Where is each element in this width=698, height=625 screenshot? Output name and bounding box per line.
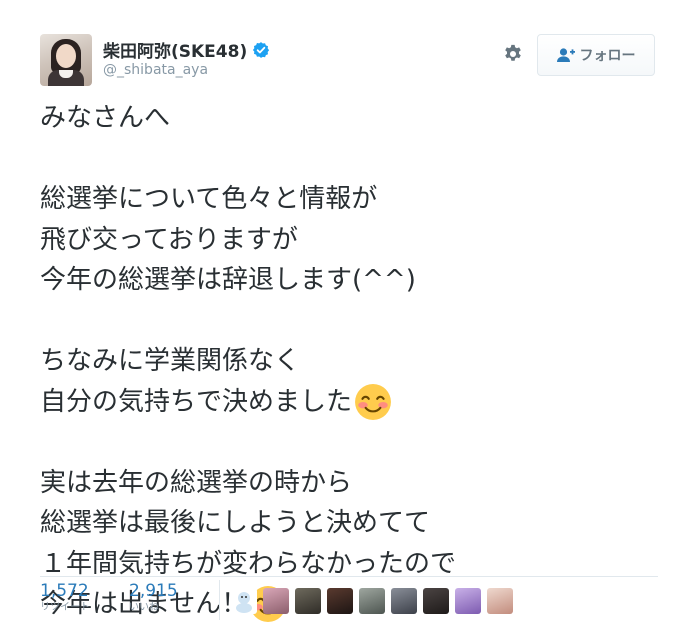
liker-avatar[interactable] (231, 588, 257, 614)
tweet-line: １年間気持ちが変わらなかったので (40, 548, 457, 579)
avatar[interactable] (40, 34, 92, 86)
like-count[interactable]: 2,915 (129, 581, 178, 602)
liker-avatar[interactable] (263, 588, 289, 614)
liker-avatar[interactable] (295, 588, 321, 614)
like-label: いいね (129, 602, 159, 613)
tweet-line: ちなみに学業関係なく (40, 346, 301, 376)
add-person-icon (556, 48, 575, 62)
divider (40, 576, 658, 577)
user-fullname[interactable]: 柴田阿弥(SKE48) (103, 37, 247, 62)
follow-button-label: フォロー (579, 48, 636, 64)
liker-avatar[interactable] (327, 588, 353, 614)
liker-avatar[interactable] (359, 588, 385, 614)
user-screen-name[interactable]: @_shibata_aya (103, 62, 208, 78)
verified-badge-icon (253, 41, 270, 58)
tweet-line: みなさんへ (40, 103, 171, 133)
gear-icon[interactable] (502, 43, 524, 65)
liker-avatar[interactable] (487, 588, 513, 614)
retweet-stat[interactable]: 1,572 リツイート (40, 581, 90, 614)
stats-divider (219, 580, 220, 620)
follow-button[interactable]: フォロー (537, 34, 655, 76)
liker-avatar[interactable] (391, 588, 417, 614)
tweet-line-text: 自分の気持ちで決めました (40, 386, 353, 417)
retweet-label: リツイート (40, 602, 90, 613)
smiling-face-with-blush-emoji-icon (355, 383, 391, 420)
tweet-line: 飛び交っておりますが (40, 224, 298, 255)
tweet-line: 総選挙は最後にしようと決めてて (40, 508, 431, 538)
user-name-row[interactable]: 柴田阿弥(SKE48) (103, 37, 270, 62)
liker-avatar[interactable] (455, 588, 481, 614)
liker-avatar[interactable] (423, 588, 449, 614)
tweet-line-with-emoji: 自分の気持ちで決めました (40, 382, 660, 423)
like-stat[interactable]: 2,915 いいね (129, 581, 178, 614)
tweet-text: みなさんへ 総選挙について色々と情報が 飛び交っておりますが 今年の総選挙は辞退… (40, 98, 660, 625)
tweet-card: 柴田阿弥(SKE48) @_shibata_aya フォロー みなさんへ 総選挙… (0, 0, 698, 623)
liker-avatars (231, 588, 519, 614)
tweet-line: 総選挙について色々と情報が (40, 184, 378, 214)
tweet-line: 実は去年の総選挙の時から (40, 467, 353, 498)
tweet-line: 今年の総選挙は辞退します(^^) (40, 265, 416, 295)
retweet-count[interactable]: 1,572 (40, 581, 90, 602)
